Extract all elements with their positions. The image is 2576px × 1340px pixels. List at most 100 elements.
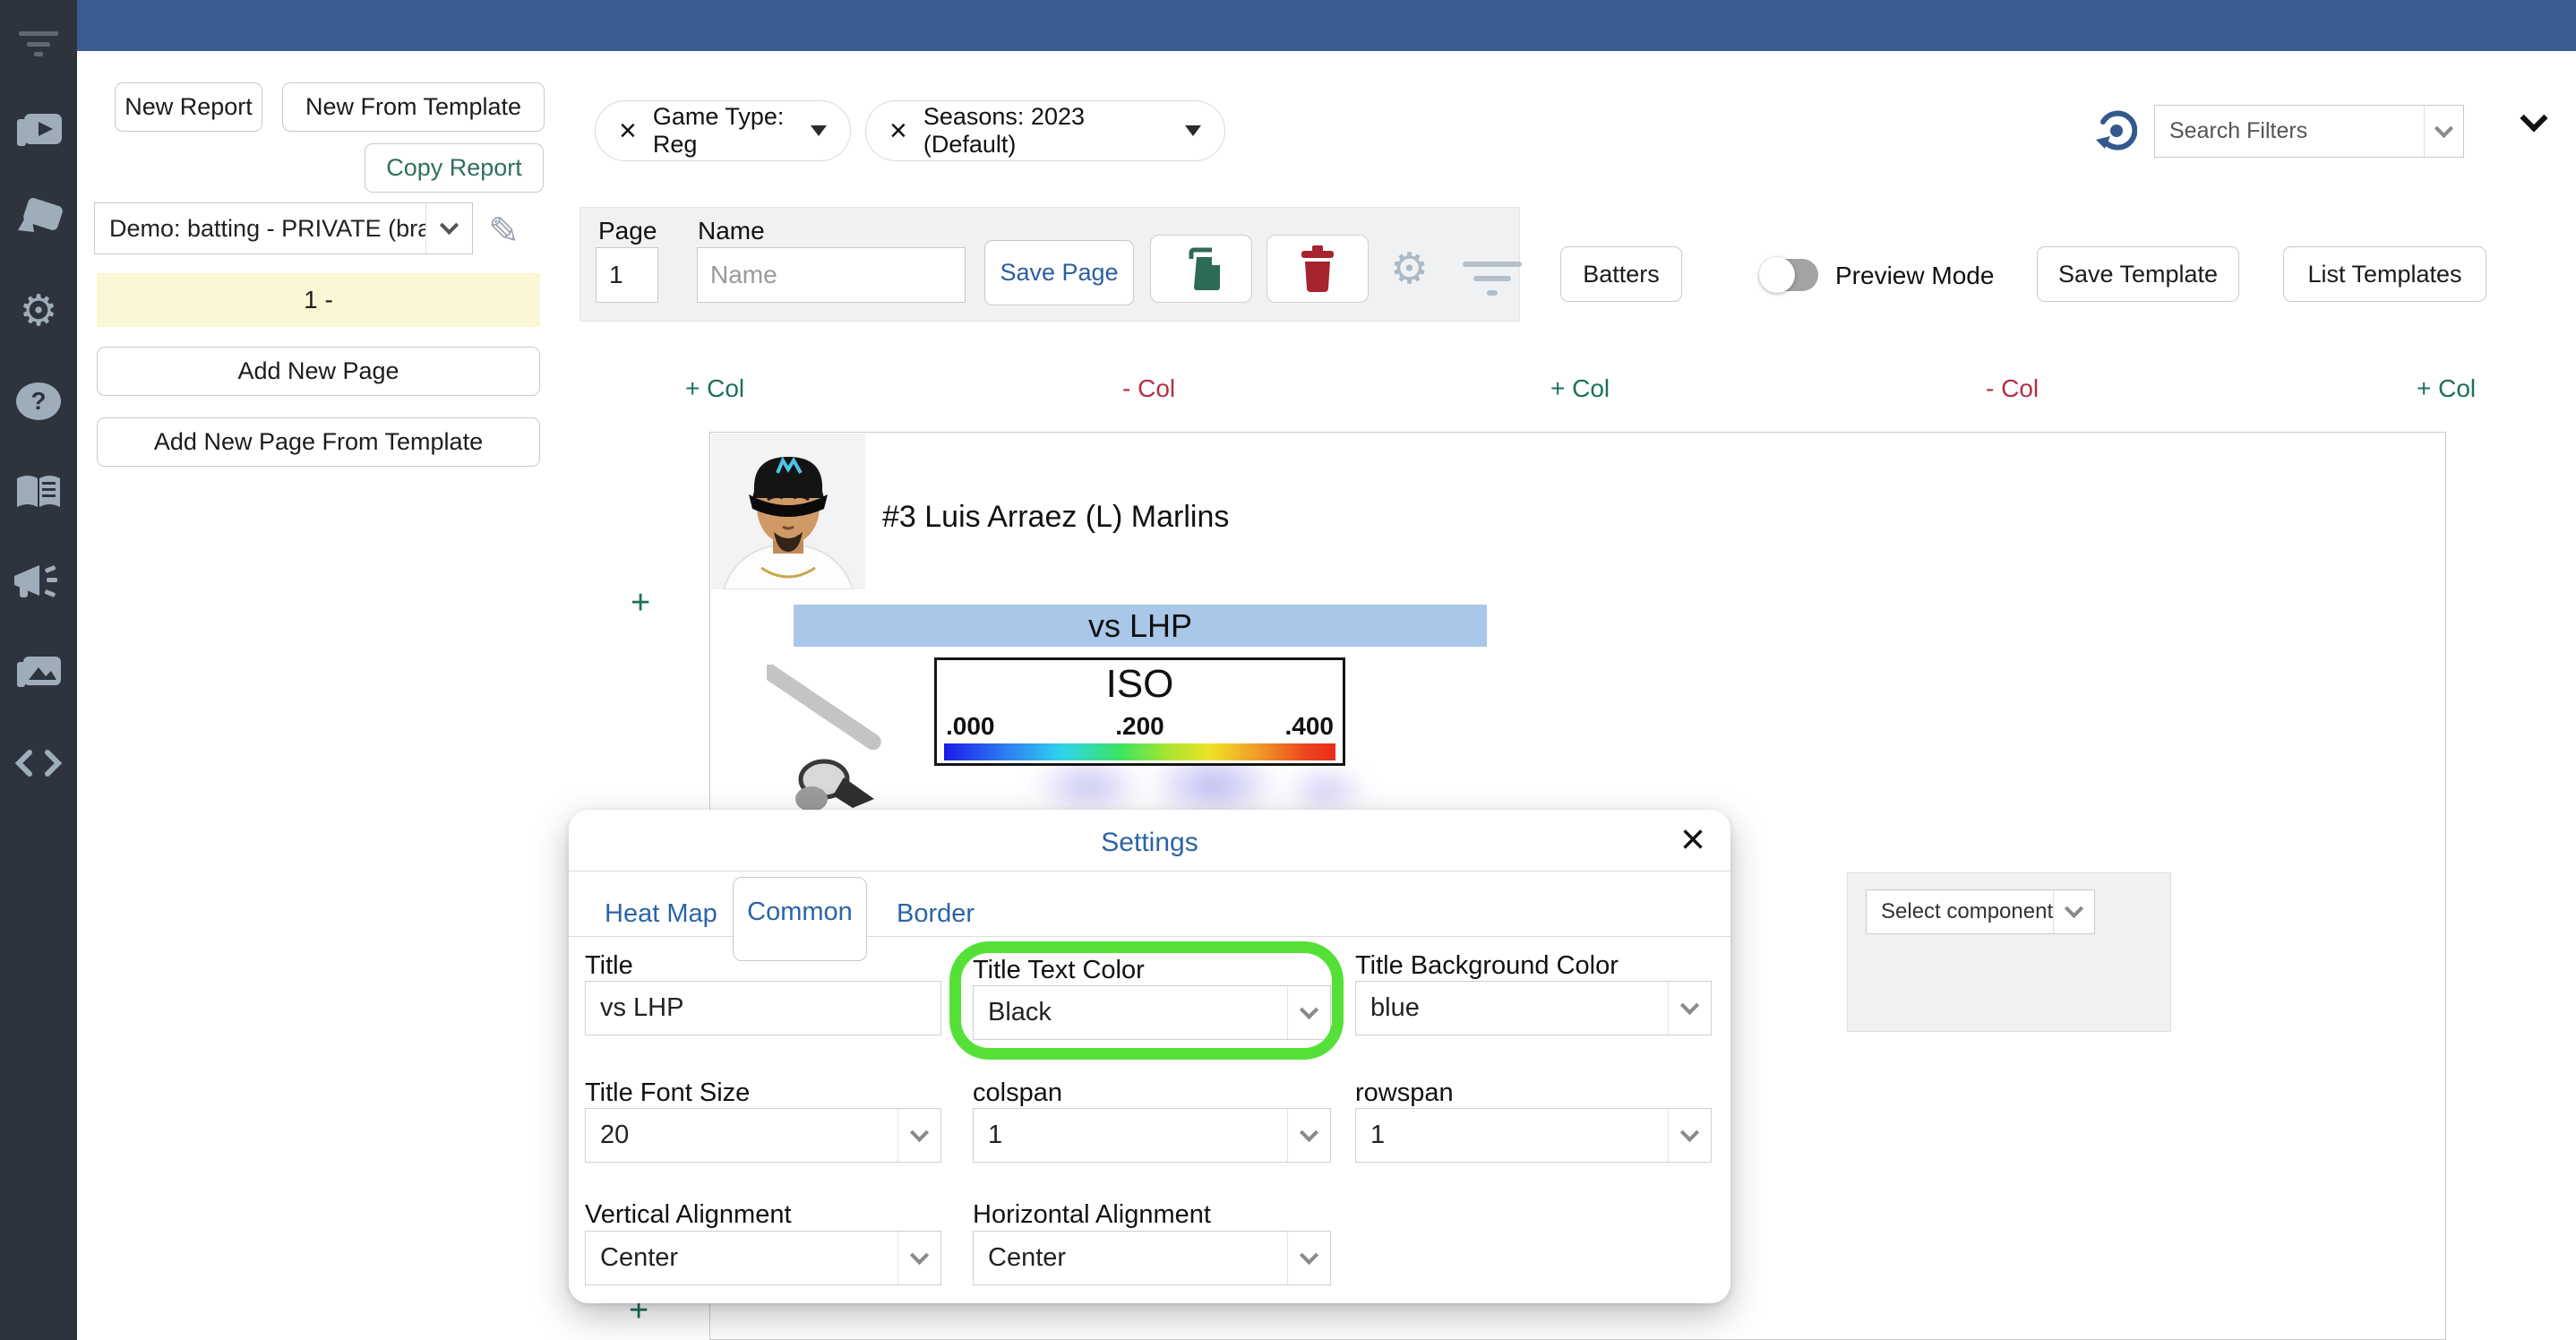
preview-mode-toggle[interactable]	[1761, 259, 1818, 291]
announcements-icon[interactable]	[0, 557, 77, 607]
chip-remove-icon[interactable]: ×	[619, 116, 637, 146]
page-name-input[interactable]	[697, 247, 966, 303]
legend-tick-mid: .200	[1115, 712, 1164, 741]
page-label: Page	[598, 217, 657, 245]
filter-menu-icon[interactable]	[0, 23, 77, 63]
help-icon[interactable]: ?	[0, 376, 77, 426]
title-font-size-select[interactable]: 20	[585, 1108, 941, 1163]
vertical-alignment-select[interactable]: Center	[585, 1231, 941, 1285]
save-template-button[interactable]: Save Template	[2037, 246, 2239, 302]
colspan-select[interactable]: 1	[973, 1108, 1331, 1163]
vertical-alignment-label: Vertical Alignment	[585, 1200, 792, 1230]
filter-chip-seasons[interactable]: × Seasons: 2023 (Default)	[865, 100, 1225, 161]
chip-label: Game Type: Reg	[653, 103, 794, 159]
page-filter-icon[interactable]	[1460, 262, 1524, 305]
name-label: Name	[698, 217, 765, 245]
modal-close-icon[interactable]: ×	[1680, 815, 1705, 864]
report-select-chevron[interactable]	[425, 203, 472, 253]
filter-chip-game-type[interactable]: × Game Type: Reg	[595, 100, 851, 161]
tab-border[interactable]: Border	[897, 899, 975, 929]
chip-caret-icon[interactable]	[1185, 125, 1201, 136]
duplicate-page-button[interactable]	[1150, 235, 1252, 303]
colspan-value: 1	[974, 1109, 1287, 1162]
tab-heat-map[interactable]: Heat Map	[605, 899, 717, 929]
image-library-icon[interactable]	[0, 647, 77, 697]
horizontal-alignment-select[interactable]: Center	[973, 1231, 1331, 1285]
modal-divider	[569, 871, 1730, 872]
save-page-button[interactable]: Save Page	[984, 240, 1134, 305]
tab-common-label: Common	[747, 898, 853, 927]
chip-remove-icon[interactable]: ×	[889, 116, 907, 146]
title-background-color-value: blue	[1356, 982, 1668, 1035]
section-title-bar[interactable]: vs LHP	[794, 605, 1487, 647]
new-report-button[interactable]: New Report	[115, 82, 262, 132]
preview-mode-label: Preview Mode	[1835, 262, 1994, 290]
legend-gradient-bar	[944, 743, 1335, 760]
add-new-page-button[interactable]: Add New Page	[97, 347, 540, 396]
add-column-button[interactable]: + Col	[685, 374, 744, 403]
component-placeholder-cell: Select component	[1847, 872, 2171, 1032]
vertical-alignment-value: Center	[586, 1232, 897, 1284]
settings-gear-icon[interactable]: ⚙	[0, 285, 77, 337]
card-stack-icon[interactable]	[0, 195, 77, 245]
search-filters-chevron[interactable]	[2424, 106, 2463, 157]
chip-caret-icon[interactable]	[811, 125, 827, 136]
search-filters-placeholder: Search Filters	[2155, 106, 2424, 157]
add-new-page-from-template-button[interactable]: Add New Page From Template	[97, 417, 540, 467]
page-list-item-active[interactable]: 1 -	[97, 273, 540, 327]
code-icon[interactable]	[0, 742, 77, 785]
batter-illustration	[767, 665, 955, 821]
report-select-value: Demo: batting - PRIVATE (brad...	[95, 203, 425, 253]
svg-text:?: ?	[30, 387, 46, 415]
trash-icon	[1305, 262, 1330, 292]
batters-button[interactable]: Batters	[1560, 246, 1682, 302]
remove-column-button[interactable]: - Col	[1986, 374, 2039, 403]
search-filters-select[interactable]: Search Filters	[2154, 105, 2464, 158]
app-window: ⚙ ? New Report New From Template Copy Re…	[0, 0, 2576, 1340]
edit-report-pencil-icon[interactable]: ✎	[488, 209, 519, 253]
title-background-color-label: Title Background Color	[1355, 951, 1619, 981]
top-navigation-bar	[77, 0, 2576, 51]
add-row-button[interactable]: +	[631, 584, 650, 623]
legend-tick-max: .400	[1285, 712, 1335, 741]
settings-modal: Settings × Heat Map Common Border Title …	[569, 810, 1730, 1303]
iso-legend: ISO .000 .200 .400	[934, 657, 1345, 766]
video-library-icon[interactable]	[0, 106, 77, 156]
copy-report-button[interactable]: Copy Report	[365, 143, 544, 193]
add-column-button[interactable]: + Col	[1550, 374, 1610, 403]
title-text-color-label: Title Text Color	[973, 956, 1145, 985]
report-select[interactable]: Demo: batting - PRIVATE (brad...	[94, 202, 473, 254]
modal-title[interactable]: Settings	[569, 828, 1730, 858]
rowspan-value: 1	[1356, 1109, 1668, 1162]
title-font-size-value: 20	[586, 1109, 897, 1162]
new-from-template-button[interactable]: New From Template	[282, 82, 545, 132]
icon-rail: ⚙ ?	[0, 0, 77, 1340]
title-label: Title	[585, 951, 633, 981]
title-background-color-select[interactable]: blue	[1355, 981, 1712, 1035]
toggle-knob	[1759, 257, 1795, 293]
delete-page-button[interactable]	[1267, 235, 1369, 303]
legend-tick-min: .000	[946, 712, 995, 741]
horizontal-alignment-label: Horizontal Alignment	[973, 1200, 1211, 1230]
select-component-chevron[interactable]	[2053, 890, 2094, 933]
section-title: vs LHP	[1088, 607, 1192, 645]
rowspan-select[interactable]: 1	[1355, 1108, 1712, 1163]
player-photo	[711, 434, 865, 594]
expand-filters-chevron-icon[interactable]	[2524, 115, 2544, 128]
tab-common[interactable]: Common	[733, 877, 867, 961]
select-component-dropdown[interactable]: Select component	[1866, 889, 2095, 934]
horizontal-alignment-value: Center	[974, 1232, 1287, 1284]
list-templates-button[interactable]: List Templates	[2283, 246, 2486, 302]
select-component-placeholder: Select component	[1867, 890, 2053, 933]
add-column-button[interactable]: + Col	[2417, 374, 2476, 403]
title-text-color-select[interactable]: Black	[973, 985, 1331, 1040]
title-text-color-value: Black	[974, 986, 1287, 1039]
page-settings-gear-icon[interactable]: ⚙	[1390, 244, 1429, 294]
title-input[interactable]	[585, 981, 941, 1035]
page-number-input[interactable]	[596, 247, 658, 303]
remove-column-button[interactable]: - Col	[1122, 374, 1175, 403]
rowspan-label: rowspan	[1355, 1078, 1454, 1108]
heatmap-blob	[1281, 763, 1370, 817]
filter-history-icon[interactable]	[2092, 107, 2137, 157]
playbook-icon[interactable]	[0, 468, 77, 518]
